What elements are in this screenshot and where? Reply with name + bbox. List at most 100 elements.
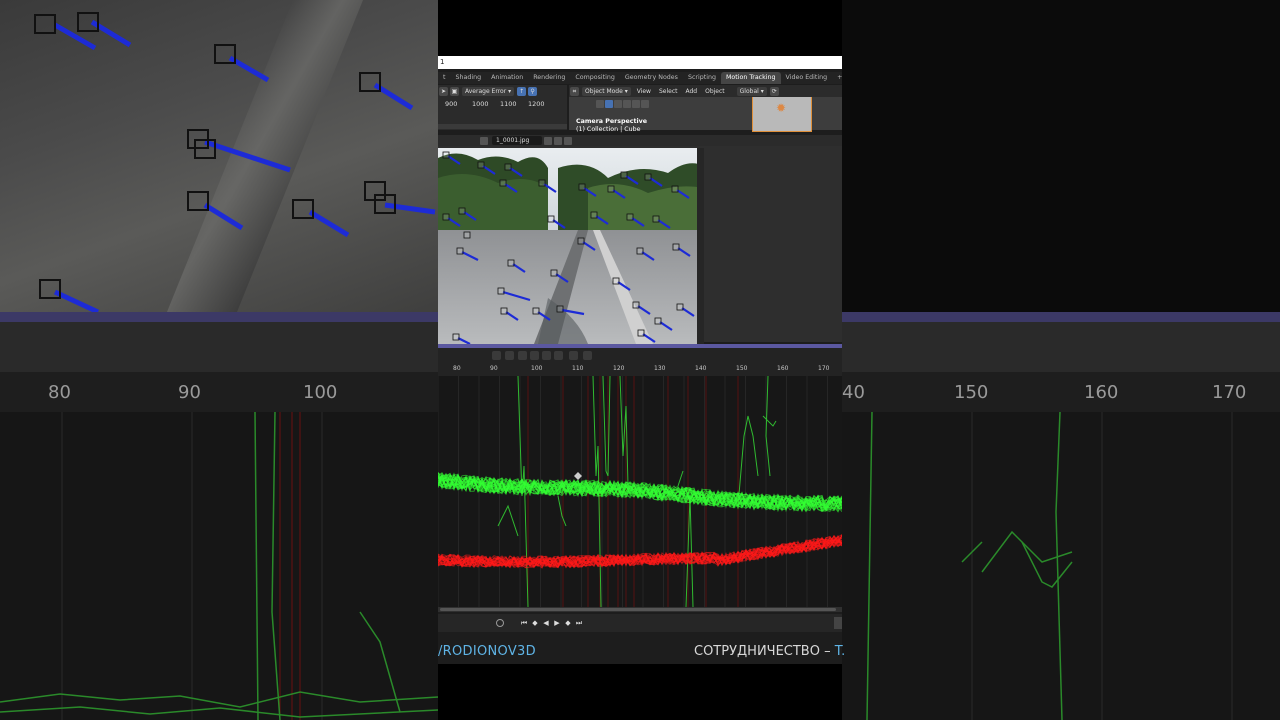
workspace-tab[interactable]: t bbox=[438, 72, 450, 84]
graph-cursor bbox=[574, 472, 582, 480]
prev-keyframe-icon[interactable]: ◆ bbox=[531, 619, 539, 627]
record-icon[interactable] bbox=[496, 619, 504, 627]
clear-after-icon[interactable] bbox=[542, 351, 551, 360]
menu-select[interactable]: Select bbox=[659, 88, 678, 95]
tracking-markers[interactable] bbox=[438, 148, 704, 344]
skip-end-icon[interactable]: ⏭ bbox=[575, 619, 583, 627]
bg-curve-graph bbox=[0, 412, 438, 720]
clear-path-icon[interactable] bbox=[530, 351, 539, 360]
promo-text: СОТРУДНИЧЕСТВО – T. bbox=[694, 644, 845, 659]
frame-label: 1100 bbox=[500, 100, 517, 108]
graph-scrollbar[interactable] bbox=[438, 607, 842, 612]
select-subtract-icon[interactable] bbox=[623, 100, 631, 108]
window-title-bar: 1 bbox=[438, 56, 842, 69]
open-folder-icon[interactable] bbox=[554, 136, 562, 145]
screen: ⤶ ✕ ⇤ ⤶ ⤷ ⇥ ✕ 80 90 100 bbox=[0, 0, 1280, 720]
promo-accent: T. bbox=[834, 644, 846, 659]
clip-browse-icon[interactable] bbox=[480, 136, 488, 145]
frame-tick-label: 100 bbox=[531, 365, 543, 372]
object-mode-label: Object Mode bbox=[585, 87, 623, 95]
workspace-tab[interactable]: Animation bbox=[486, 72, 528, 84]
frame-tick-label: 170 bbox=[818, 365, 830, 372]
transform-orientation-dropdown[interactable]: Global ▾ bbox=[736, 86, 767, 96]
disable-icon[interactable] bbox=[569, 351, 578, 360]
menu-view[interactable]: View bbox=[637, 88, 651, 95]
workspace-tabs: t Shading Animation Rendering Compositing Geo… bbox=[438, 72, 842, 84]
background-right-zoom: 40 150 160 170 bbox=[842, 0, 1280, 720]
clip-track-strip bbox=[697, 148, 704, 344]
select-extend-icon[interactable] bbox=[614, 100, 622, 108]
select-tool-icon[interactable]: ➤ bbox=[439, 86, 448, 96]
workspace-tab[interactable]: Shading bbox=[450, 72, 486, 84]
bg-frame-ruler-right: 40 150 160 170 bbox=[842, 372, 1280, 412]
editor-type-icon[interactable]: ⌗ bbox=[570, 86, 579, 96]
sort-dropdown[interactable]: Average Error ▾ bbox=[462, 86, 515, 96]
movie-clip-footage[interactable] bbox=[438, 148, 704, 344]
background-left-zoom: ⤶ ✕ ⇤ ⤶ ⤷ ⇥ ✕ 80 90 100 bbox=[0, 0, 438, 720]
frame-field[interactable] bbox=[834, 617, 842, 629]
sort-dropdown-label: Average Error bbox=[465, 87, 507, 95]
frame-tick-label: 150 bbox=[736, 365, 748, 372]
play-icon[interactable]: ▶ bbox=[553, 619, 561, 627]
play-reverse-icon[interactable]: ◀ bbox=[542, 619, 550, 627]
pivot-icon[interactable]: ⟳ bbox=[769, 86, 779, 96]
frame-tick-label: 160 bbox=[777, 365, 789, 372]
background-track-markers bbox=[34, 12, 436, 312]
background-footage bbox=[0, 0, 438, 312]
frame-tick-label: 90 bbox=[490, 365, 498, 372]
ghost-icon[interactable]: ▣ bbox=[450, 86, 459, 96]
sort-order-icon[interactable]: ↑ bbox=[517, 86, 527, 96]
workspace-tab[interactable]: Motion Tracking bbox=[720, 72, 781, 84]
select-invert-icon[interactable] bbox=[632, 100, 640, 108]
frame-label: 1000 bbox=[472, 100, 489, 108]
menu-object[interactable]: Object bbox=[705, 88, 725, 95]
frame-tick-label: 110 bbox=[572, 365, 584, 372]
close-icon[interactable] bbox=[564, 136, 572, 145]
play-icon[interactable] bbox=[596, 100, 604, 108]
clip-editor-header: 1_0001.jpg bbox=[438, 135, 842, 146]
blender-window: 1 t Shading Animation Rendering Compositing G… bbox=[438, 56, 842, 664]
clip-filename: 1_0001.jpg bbox=[496, 137, 530, 144]
delete-curve-icon[interactable] bbox=[505, 351, 514, 360]
playback-controls: ⏮ ◆ ◀ ▶ ◆ ⏭ bbox=[438, 614, 842, 632]
workspace-tab[interactable]: Rendering bbox=[528, 72, 570, 84]
skip-start-icon[interactable]: ⏮ bbox=[520, 619, 528, 627]
camera-gizmo-icon: ✹ bbox=[776, 101, 787, 115]
dopesheet-header: ➤ ▣ Average Error ▾ ↑ ⚲ bbox=[438, 85, 567, 97]
object-mode-dropdown[interactable]: Object Mode ▾ bbox=[582, 86, 631, 96]
graph-toolbar bbox=[438, 348, 842, 362]
curve-tool-icon[interactable] bbox=[492, 351, 501, 360]
workspace-tab[interactable]: Video Editing bbox=[781, 72, 833, 84]
workspace-tab[interactable]: Geometry Nodes bbox=[620, 72, 683, 84]
select-intersect-icon[interactable] bbox=[641, 100, 649, 108]
clear-before-icon[interactable] bbox=[518, 351, 527, 360]
orientation-label: Global bbox=[739, 87, 759, 95]
clip-name-field[interactable]: 1_0001.jpg bbox=[492, 136, 542, 145]
frame-tick-label: 130 bbox=[654, 365, 666, 372]
filter-icon[interactable]: ⚲ bbox=[528, 86, 538, 96]
bg-frame-ruler: 80 90 100 bbox=[0, 372, 438, 412]
channel-handle: /RODIONOV3D bbox=[438, 644, 536, 659]
tracking-curve-graph[interactable] bbox=[438, 376, 842, 607]
next-keyframe-icon[interactable]: ◆ bbox=[564, 619, 572, 627]
dopesheet-scrollbar[interactable] bbox=[438, 124, 567, 129]
menu-add[interactable]: Add bbox=[685, 88, 697, 95]
workspace-tab[interactable]: Scripting bbox=[683, 72, 721, 84]
select-box-icon[interactable] bbox=[605, 100, 613, 108]
view-all-icon[interactable] bbox=[583, 351, 592, 360]
frame-label: 1200 bbox=[528, 100, 545, 108]
window-title: 1 bbox=[440, 58, 445, 66]
frame-tick-label: 80 bbox=[453, 365, 461, 372]
workspace-tab[interactable]: + bbox=[832, 72, 842, 84]
frame-tick-label: 120 bbox=[613, 365, 625, 372]
graph-frame-ruler: 80 90 100 110 120 130 140 150 160 170 bbox=[438, 362, 842, 376]
clear-all-icon[interactable] bbox=[554, 351, 563, 360]
collection-label: (1) Collection | Cube bbox=[576, 126, 641, 133]
fake-user-icon[interactable] bbox=[544, 136, 552, 145]
top-letterbox bbox=[438, 0, 842, 56]
viewport-tool-icons bbox=[596, 100, 650, 108]
camera-perspective-label: Camera Perspective bbox=[576, 118, 648, 125]
workspace-tab[interactable]: Compositing bbox=[570, 72, 619, 84]
frame-tick-label: 140 bbox=[695, 365, 707, 372]
viewport-header: ⌗ Object Mode ▾ View Select Add Object G… bbox=[569, 85, 842, 97]
